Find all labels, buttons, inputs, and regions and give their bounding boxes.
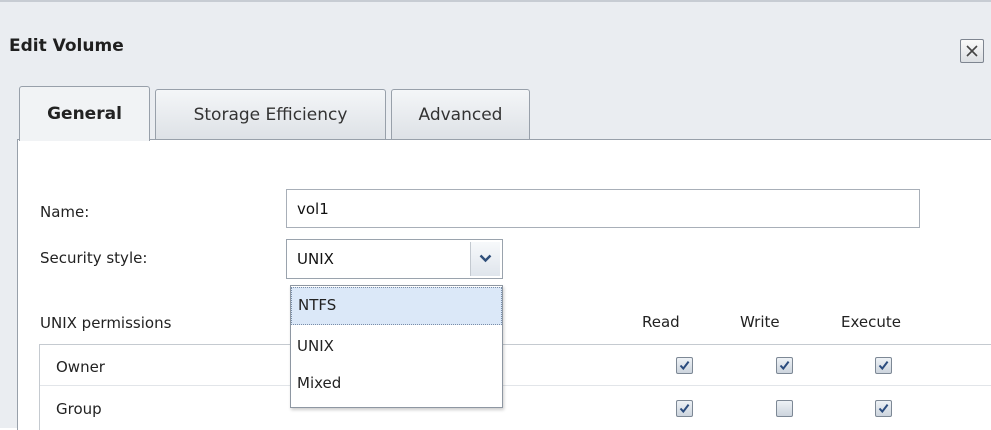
group-read-checkbox[interactable] <box>676 400 693 417</box>
dropdown-arrow-button[interactable] <box>470 242 500 276</box>
checkmark-icon <box>779 360 790 371</box>
owner-execute-checkbox[interactable] <box>875 357 892 374</box>
security-style-value: UNIX <box>297 250 334 268</box>
security-style-dropdown-list: NTFS UNIX Mixed <box>290 285 503 408</box>
checkmark-icon <box>679 403 690 414</box>
option-unix[interactable]: UNIX <box>291 329 502 367</box>
edit-volume-dialog: Edit Volume General Storage Efficiency A… <box>0 0 991 430</box>
dialog-title: Edit Volume <box>9 36 124 56</box>
close-button[interactable] <box>960 39 984 63</box>
security-style-label: Security style: <box>40 249 148 267</box>
name-input[interactable] <box>286 189 920 228</box>
write-column-header: Write <box>740 313 780 331</box>
security-style-select[interactable]: UNIX <box>286 239 503 279</box>
tab-storage-efficiency[interactable]: Storage Efficiency <box>155 89 386 140</box>
option-ntfs[interactable]: NTFS <box>291 287 502 325</box>
owner-read-checkbox[interactable] <box>676 357 693 374</box>
group-write-checkbox[interactable] <box>776 400 793 417</box>
group-execute-checkbox[interactable] <box>875 400 892 417</box>
tab-advanced[interactable]: Advanced <box>391 89 530 140</box>
group-label: Group <box>56 400 102 418</box>
execute-column-header: Execute <box>841 313 901 331</box>
unix-permissions-label: UNIX permissions <box>40 314 172 332</box>
owner-write-checkbox[interactable] <box>776 357 793 374</box>
checkmark-icon <box>878 403 889 414</box>
name-label: Name: <box>40 203 90 221</box>
checkmark-icon <box>679 360 690 371</box>
checkmark-icon <box>878 360 889 371</box>
table-row-group: Group <box>40 387 991 428</box>
option-mixed[interactable]: Mixed <box>291 366 502 404</box>
chevron-down-icon <box>479 254 492 263</box>
read-column-header: Read <box>642 313 680 331</box>
close-icon <box>966 45 978 57</box>
owner-label: Owner <box>56 358 105 376</box>
tab-general[interactable]: General <box>19 86 150 141</box>
table-row-owner: Owner <box>40 345 991 386</box>
